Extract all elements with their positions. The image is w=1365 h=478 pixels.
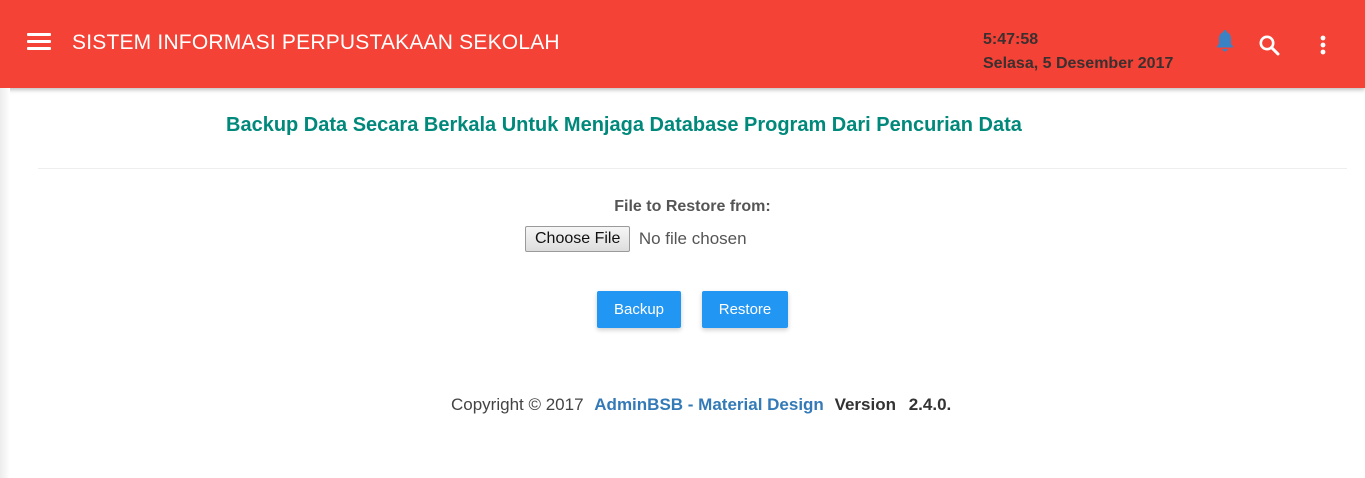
no-file-text: No file chosen — [638, 229, 747, 248]
page-heading: Backup Data Secara Berkala Untuk Menjaga… — [226, 114, 1022, 136]
menu-icon[interactable] — [27, 33, 53, 55]
version-label: Version — [834, 395, 896, 414]
top-navbar: SISTEM INFORMASI PERPUSTAKAAN SEKOLAH 5:… — [0, 0, 1365, 88]
divider — [38, 168, 1347, 169]
file-input[interactable]: Choose File No file chosen — [525, 226, 747, 254]
more-vert-icon[interactable] — [1313, 34, 1333, 56]
app-title[interactable]: SISTEM INFORMASI PERPUSTAKAAN SEKOLAH — [72, 31, 560, 55]
clock-date: Selasa, 5 Desember 2017 — [983, 55, 1174, 72]
choose-file-button[interactable]: Choose File — [525, 226, 631, 252]
clock: 5:47:58 Selasa, 5 Desember 2017 — [983, 28, 1173, 76]
bell-icon[interactable] — [1213, 28, 1237, 54]
restore-file-label: File to Restore from: — [614, 198, 771, 215]
copyright-text: Copyright © 2017 — [451, 395, 584, 414]
sidebar-shadow — [0, 88, 10, 478]
clock-time: 5:47:58 — [983, 31, 1039, 48]
brand-link[interactable]: AdminBSB - Material Design — [594, 395, 824, 414]
restore-button[interactable]: Restore — [702, 291, 788, 328]
version-number: 2.4.0. — [908, 395, 952, 414]
backup-button[interactable]: Backup — [597, 291, 681, 328]
footer: Copyright © 2017 AdminBSB - Material Des… — [451, 395, 951, 415]
search-icon[interactable] — [1257, 33, 1281, 57]
